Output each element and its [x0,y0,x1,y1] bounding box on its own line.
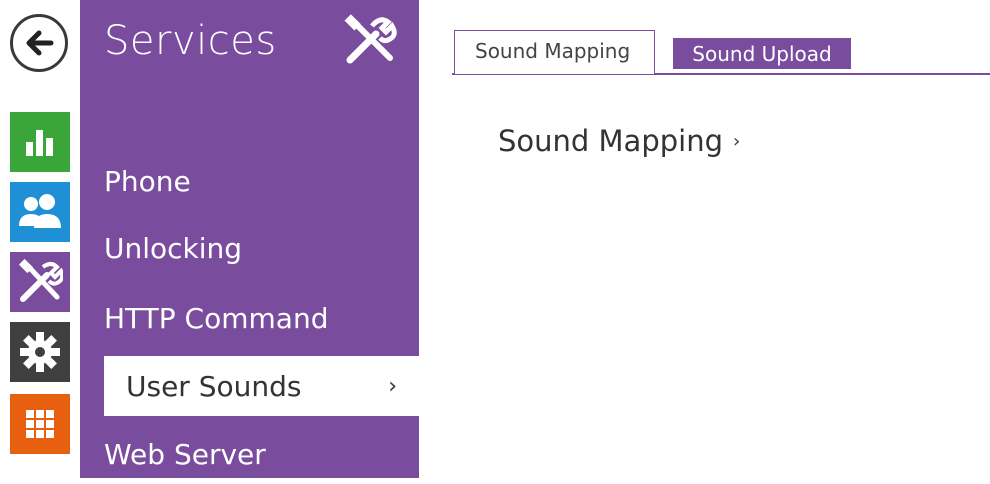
menu-item-label: Unlocking [104,231,243,265]
menu-item-unlocking[interactable]: Unlocking [104,218,419,278]
bar-chart-icon [26,130,53,156]
statistics-button[interactable] [10,112,70,172]
directory-button[interactable] [10,182,70,242]
arrow-left-icon [26,30,54,56]
chevron-right-icon: › [733,131,741,152]
section-heading-sound-mapping[interactable]: Sound Mapping › [498,124,740,158]
tab-label: Sound Upload [692,41,832,66]
settings-button[interactable] [10,322,70,382]
menu-item-label: Web Server [104,437,266,471]
tab-sound-mapping[interactable]: Sound Mapping [454,30,655,74]
services-menu: Services Phone Unlocking HTTP Command Us… [80,0,419,478]
back-button[interactable] [10,14,68,72]
users-icon [19,194,61,228]
menu-item-user-sounds[interactable]: User Sounds › [104,356,419,416]
tools-icon [18,259,63,302]
system-button[interactable] [10,394,70,454]
chevron-right-icon: › [388,373,397,399]
services-button[interactable] [10,252,70,312]
grid-icon [26,410,54,438]
section-heading-label: Sound Mapping [498,124,723,158]
gear-icon [20,332,60,372]
tools-icon [344,14,397,64]
menu-item-http-command[interactable]: HTTP Command [104,288,419,348]
menu-item-label: Phone [104,164,191,198]
menu-item-web-server[interactable]: Web Server [104,424,419,484]
tab-label: Sound Mapping [475,39,631,63]
menu-item-label: User Sounds [126,369,302,403]
menu-item-phone[interactable]: Phone [104,151,419,211]
tab-sound-upload[interactable]: Sound Upload [673,38,851,69]
menu-title: Services [104,18,277,64]
menu-item-label: HTTP Command [104,301,329,335]
